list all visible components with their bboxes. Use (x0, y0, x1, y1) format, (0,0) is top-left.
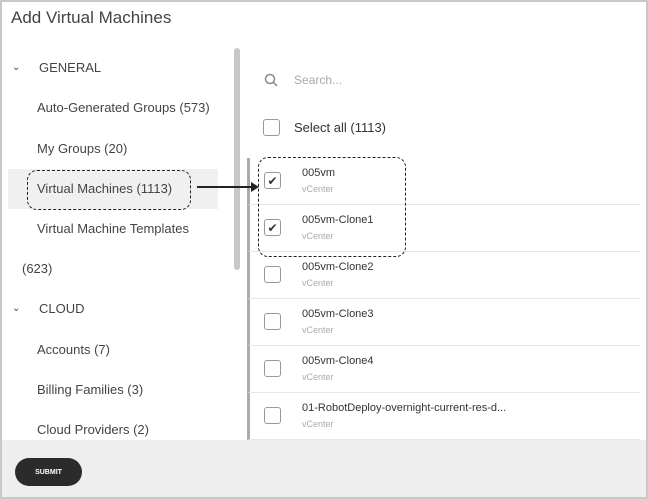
list-item[interactable]: 005vm-Clone4 vCenter (247, 346, 640, 393)
vm-source: vCenter (302, 419, 334, 429)
search-input[interactable]: Search... (294, 73, 342, 87)
submit-button[interactable]: SUBMIT (15, 458, 82, 486)
sidebar-item-templates-count[interactable]: (623) (22, 261, 52, 276)
vm-name: 005vm-Clone2 (302, 261, 374, 273)
chevron-down-icon: ⌄ (12, 303, 21, 314)
section-cloud[interactable]: ⌄ CLOUD (12, 301, 85, 316)
section-label: GENERAL (39, 60, 102, 75)
section-general[interactable]: ⌄ GENERAL (12, 60, 101, 75)
sidebar-item-billing-families[interactable]: Billing Families (3) (37, 382, 143, 397)
search-icon (264, 73, 278, 87)
callout-highlight-left (27, 170, 191, 210)
dialog-footer (2, 440, 646, 497)
dialog-title: Add Virtual Machines (11, 8, 172, 27)
vm-name: 01-RobotDeploy-overnight-current-res-d..… (302, 402, 507, 414)
select-all-label: Select all (1113) (294, 120, 387, 135)
category-sidebar: ⌄ GENERAL Auto-Generated Groups (573) My … (0, 48, 232, 440)
vm-source: vCenter (302, 278, 334, 288)
list-item[interactable]: 005vm-Clone3 vCenter (247, 299, 640, 346)
callout-highlight-right (258, 157, 406, 257)
sidebar-scrollbar[interactable] (234, 48, 240, 270)
select-all[interactable]: Select all (1113) (263, 119, 386, 136)
arrow-icon (197, 183, 259, 191)
select-all-checkbox[interactable] (263, 119, 280, 136)
vm-source: vCenter (302, 325, 334, 335)
section-label: CLOUD (39, 301, 85, 316)
vm-checkbox[interactable] (264, 407, 281, 424)
sidebar-item-virtual-machine-templates[interactable]: Virtual Machine Templates (37, 221, 189, 236)
sidebar-item-my-groups[interactable]: My Groups (20) (37, 141, 127, 156)
list-item[interactable]: 005vm-Clone2 vCenter (247, 252, 640, 299)
chevron-down-icon: ⌄ (12, 62, 21, 73)
vm-checkbox[interactable] (264, 266, 281, 283)
vm-source: vCenter (302, 372, 334, 382)
search-field[interactable]: Search... (264, 73, 342, 87)
vm-checkbox[interactable] (264, 360, 281, 377)
vm-checkbox[interactable] (264, 313, 281, 330)
list-item[interactable]: 01-RobotDeploy-overnight-current-res-d..… (247, 393, 640, 440)
sidebar-item-accounts[interactable]: Accounts (7) (37, 342, 110, 357)
sidebar-item-cloud-providers[interactable]: Cloud Providers (2) (37, 422, 149, 437)
vm-name: 005vm-Clone4 (302, 355, 374, 367)
vm-name: 005vm-Clone3 (302, 308, 374, 320)
sidebar-item-auto-generated-groups[interactable]: Auto-Generated Groups (573) (37, 100, 210, 115)
